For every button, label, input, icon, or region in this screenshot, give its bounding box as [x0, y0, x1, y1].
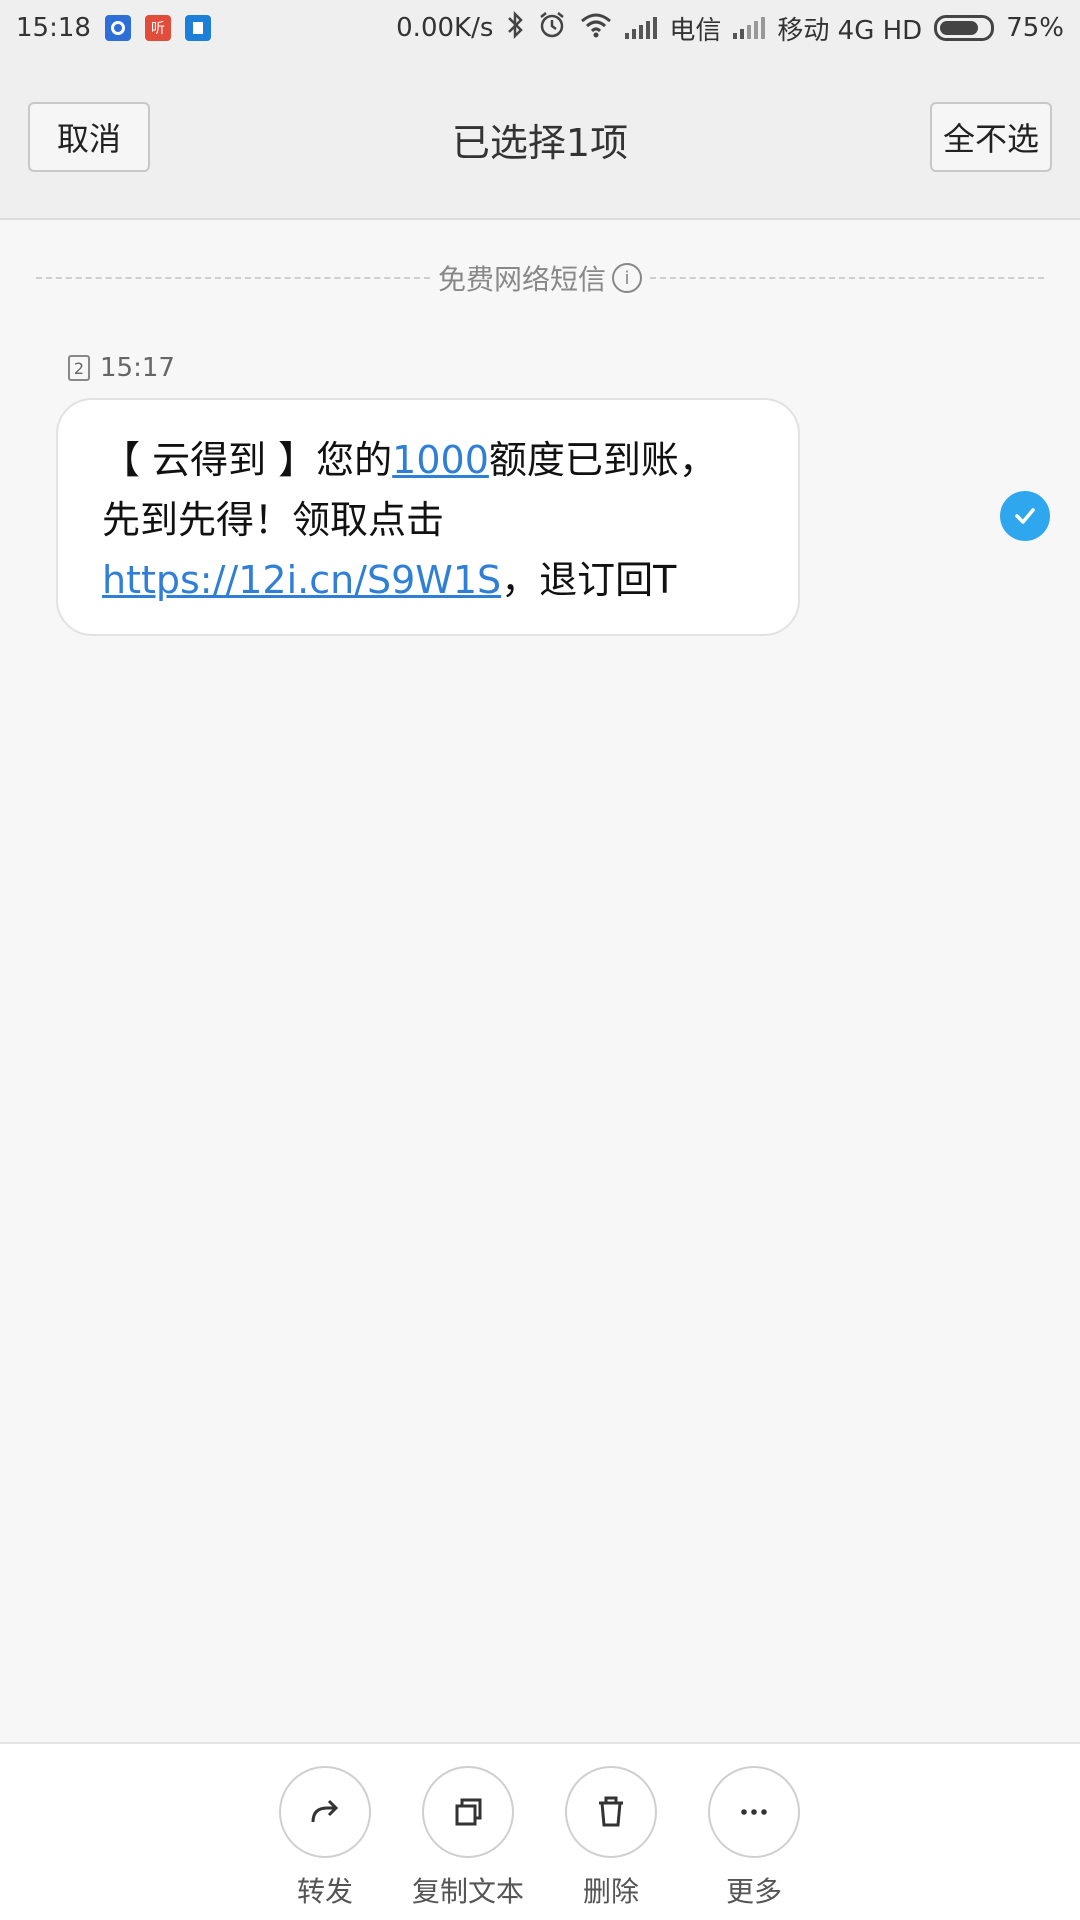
divider-line-left: [36, 277, 430, 279]
more-button[interactable]: 更多: [689, 1766, 819, 1910]
status-time: 15:18: [16, 13, 91, 43]
delete-label: 删除: [582, 1875, 639, 1908]
deselect-all-button[interactable]: 全不选: [930, 102, 1052, 172]
du-app-icon: [104, 15, 131, 41]
free-sms-divider: 免费网络短信 i: [36, 258, 1045, 298]
screen: 15:18 听 0.00K/s 电信 移动 4G HD 75% 取消 已选择1项…: [0, 0, 1080, 1920]
status-left: 15:18 听: [16, 13, 211, 43]
copy-text-label: 复制文本: [411, 1875, 524, 1908]
message-time: 15:17: [100, 353, 175, 383]
signal-icon-2: [733, 17, 766, 39]
more-label: 更多: [725, 1875, 782, 1908]
url-link[interactable]: https://12i.cn/S9W1S: [102, 558, 501, 602]
info-icon[interactable]: i: [612, 263, 643, 293]
bluetooth-icon: [505, 10, 525, 46]
message-text-part3: ，退订回T: [501, 558, 677, 602]
forward-button[interactable]: 转发: [260, 1766, 390, 1910]
delete-button[interactable]: 删除: [546, 1766, 676, 1910]
battery-percent: 75%: [1006, 13, 1064, 43]
doc-app-icon: [184, 15, 211, 41]
free-sms-label: 免费网络短信: [438, 263, 607, 296]
trash-icon: [565, 1766, 657, 1858]
alarm-icon: [537, 10, 567, 47]
forward-label: 转发: [296, 1875, 353, 1908]
sim-icon: 2: [68, 355, 90, 381]
page-title: 已选择1项: [451, 121, 629, 165]
bottom-action-bar: 转发 复制文本 删除 更多: [0, 1742, 1080, 1920]
amount-link[interactable]: 1000: [392, 438, 489, 482]
signal-icon-1: [625, 17, 658, 39]
message-bubble[interactable]: 【 云得到 】您的1000额度已到账，先到先得！领取点击 https://12i…: [56, 398, 800, 636]
divider-line-right: [650, 277, 1045, 279]
net-speed: 0.00K/s: [396, 13, 494, 43]
selected-check-icon[interactable]: [1000, 491, 1050, 541]
status-right: 0.00K/s 电信 移动 4G HD 75%: [396, 10, 1064, 47]
copy-text-button[interactable]: 复制文本: [403, 1766, 533, 1910]
more-icon: [708, 1766, 800, 1858]
wifi-icon: [579, 11, 613, 46]
copy-icon: [422, 1766, 514, 1858]
listen-app-icon: 听: [144, 15, 171, 41]
message-text-part1: 【 云得到 】您的: [102, 438, 393, 482]
status-bar: 15:18 听 0.00K/s 电信 移动 4G HD 75%: [0, 0, 1080, 56]
carrier-1: 电信: [669, 15, 722, 46]
free-sms-label-group[interactable]: 免费网络短信 i: [430, 258, 650, 298]
carrier-2: 移动 4G HD: [777, 15, 923, 46]
message-meta: 2 15:17: [68, 353, 175, 383]
forward-icon: [279, 1766, 371, 1858]
selection-header: 取消 已选择1项 全不选: [0, 56, 1080, 220]
battery-icon: [934, 15, 995, 41]
